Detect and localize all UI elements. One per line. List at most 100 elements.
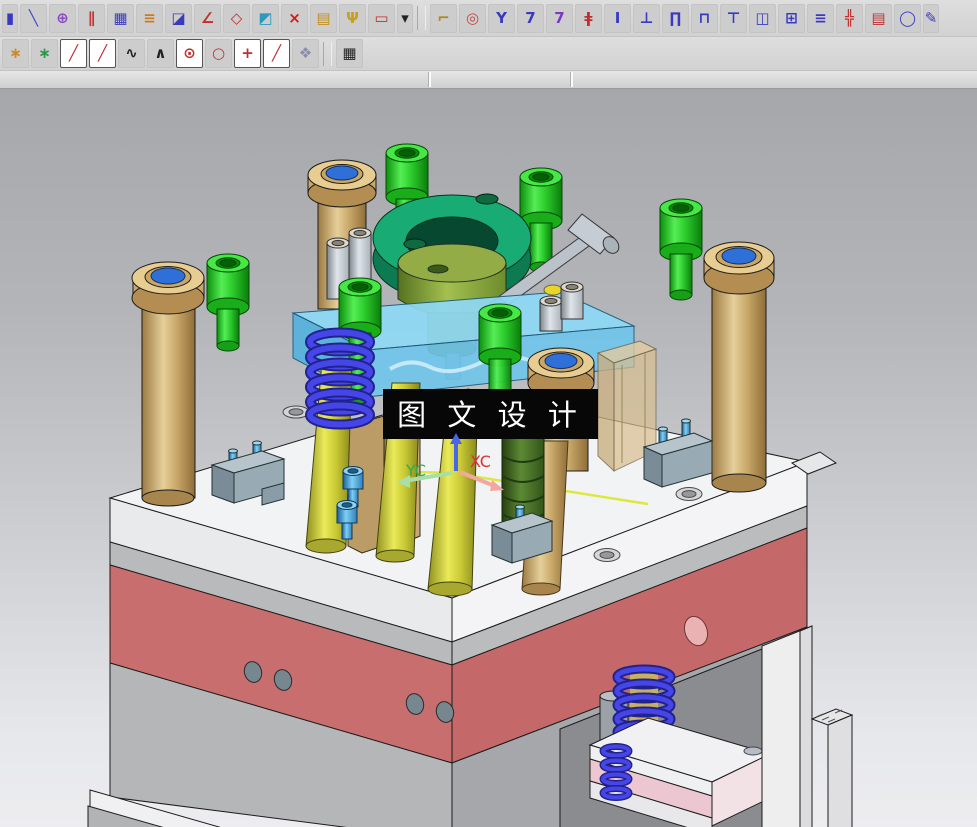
t-slot-pin-icon-glyph: ⊤ xyxy=(726,8,741,27)
line-icon-glyph: ╲ xyxy=(28,8,39,27)
graphics-viewport[interactable]: 图 文 设 计 XC YC xyxy=(0,89,977,827)
line-tool-icon[interactable]: ╱ xyxy=(60,39,87,68)
dock-separator xyxy=(428,72,431,87)
group-folder-icon-glyph: ▤ xyxy=(316,8,331,27)
sleeve-pin-icon[interactable]: ∏ xyxy=(662,3,689,33)
flat-head-pin-icon[interactable]: ⊓ xyxy=(691,3,718,33)
point-icon[interactable]: ⊕ xyxy=(49,3,76,33)
ejector-pin-icon-glyph: ǂ xyxy=(584,8,593,27)
polyline-icon[interactable]: ∠ xyxy=(194,3,221,33)
cleanup-brush-icon-glyph: Ψ xyxy=(346,8,359,27)
toolbar-separator xyxy=(323,41,332,66)
point-plus-icon-glyph: + xyxy=(241,44,254,62)
cap-screw-green-right[interactable] xyxy=(659,198,703,301)
cleanup-brush-icon[interactable]: Ψ xyxy=(339,3,366,33)
yc-label: YC xyxy=(405,461,426,480)
arc-point-icon[interactable]: ∧ xyxy=(147,39,174,68)
layer-settings-icon[interactable]: ≡ xyxy=(136,3,163,33)
sprue-bushing-icon-glyph: Y xyxy=(496,8,507,27)
toolbar-separator xyxy=(417,6,426,30)
snap-point-icon-glyph: ∗ xyxy=(9,44,22,62)
fillet-curve-icon[interactable]: ∿ xyxy=(118,39,145,68)
circle-center-icon-glyph: ⊙ xyxy=(183,44,196,62)
t-slot-pin-icon[interactable]: ⊤ xyxy=(720,3,747,33)
datum-plane-icon[interactable]: ▦ xyxy=(107,3,134,33)
ring-screw xyxy=(475,193,499,205)
sprue-bushing-icon[interactable]: Y xyxy=(488,3,515,33)
show-hide-icon[interactable]: ▭ xyxy=(368,3,395,33)
snap-rotate-icon[interactable]: ∗ xyxy=(31,39,58,68)
face-region-icon[interactable]: ❖ xyxy=(292,39,319,68)
sketch-plane-icon-glyph: ◇ xyxy=(230,8,243,27)
locating-ring-icon[interactable]: ◎ xyxy=(459,3,486,33)
locating-ring-icon-glyph: ◎ xyxy=(465,8,480,27)
ejector-pin-icon[interactable]: ǂ xyxy=(575,3,602,33)
grid-table-icon[interactable]: ▦ xyxy=(336,39,363,68)
group-folder-icon[interactable]: ▤ xyxy=(310,3,337,33)
support-bench-icon[interactable]: ≡ xyxy=(807,3,834,33)
grid-table-icon-glyph: ▦ xyxy=(342,44,357,62)
circle-3pt-icon[interactable]: ○ xyxy=(205,39,232,68)
edit-pen-icon-glyph: ✎ xyxy=(924,8,938,27)
angle-pin-icon[interactable]: 7 xyxy=(517,3,544,33)
pad-block-icon[interactable]: ╬ xyxy=(836,3,863,33)
guide-pillar-left[interactable] xyxy=(131,261,205,507)
o-ring-icon-glyph: ◯ xyxy=(899,8,916,27)
face-region-icon-glyph: ❖ xyxy=(298,44,313,62)
guide-pillar-right[interactable] xyxy=(703,241,775,493)
sketch-plane-icon[interactable]: ◇ xyxy=(223,3,250,33)
slide-insert-icon-glyph: 7 xyxy=(554,8,565,27)
pad-block-icon-glyph: ╬ xyxy=(844,8,855,27)
guide-block-icon[interactable]: ◫ xyxy=(749,3,776,33)
shoulder-pin-icon[interactable]: ⊥ xyxy=(633,3,660,33)
line-point-tool-icon-glyph: ╱ xyxy=(97,44,108,62)
snap-rotate-icon-glyph: ∗ xyxy=(38,44,51,62)
line-angle-icon-glyph: ╱ xyxy=(271,44,282,62)
point-plus-icon[interactable]: + xyxy=(234,39,261,68)
flat-head-pin-icon-glyph: ⊓ xyxy=(698,8,711,27)
circle-center-icon[interactable]: ⊙ xyxy=(176,39,203,68)
orient-view-icon-glyph: ◩ xyxy=(258,8,273,27)
dock-separator xyxy=(570,72,573,87)
section-view-icon-glyph: ◪ xyxy=(171,8,186,27)
dropdown-arrow-icon[interactable]: ▾ xyxy=(397,3,413,33)
guide-block-icon-glyph: ◫ xyxy=(755,8,770,27)
support-bench-icon-glyph: ≡ xyxy=(814,8,827,27)
spacer-rail-shade xyxy=(799,625,813,827)
show-hide-icon-glyph: ▭ xyxy=(374,8,389,27)
straight-pin-icon-glyph: I xyxy=(614,8,621,27)
toolbar-dock-strip xyxy=(0,71,977,89)
stack-cylinder-icon[interactable]: ▤ xyxy=(865,3,892,33)
dropdown-arrow-icon-glyph: ▾ xyxy=(401,8,409,27)
toolbar-main: ▮ ╲ ⊕ ∥ ▦ ≡ ◪ ∠ ◇ ◩ × ▤ Ψ ▭ ▾ ⌐ ◎ Y 7 7 ǂ I ⊥ ∏ ⊓ ⊤ ◫ ⊞ ≡ ╬ ▤ ◯ ✎ xyxy=(0,0,977,37)
parallel-lines-icon-glyph: ∥ xyxy=(87,8,96,27)
xc-label: XC xyxy=(470,452,491,471)
wear-plate-icon[interactable]: ⊞ xyxy=(778,3,805,33)
o-ring-icon[interactable]: ◯ xyxy=(894,3,921,33)
edit-pen-icon[interactable]: ✎ xyxy=(923,3,939,33)
angle-pin-icon-glyph: 7 xyxy=(525,8,536,27)
watermark-text: 图 文 设 计 xyxy=(397,398,583,432)
layer-settings-icon-glyph: ≡ xyxy=(143,8,156,27)
arc-point-icon-glyph: ∧ xyxy=(154,44,167,62)
slide-insert-icon[interactable]: 7 xyxy=(546,3,573,33)
watermark-banner: 图 文 设 计 xyxy=(383,389,598,439)
yellow-cap xyxy=(543,284,563,296)
straight-pin-icon[interactable]: I xyxy=(604,3,631,33)
cap-screw-green-left[interactable] xyxy=(206,253,250,352)
parallel-lines-icon[interactable]: ∥ xyxy=(78,3,105,33)
sprue-puller-icon[interactable]: ⌐ xyxy=(430,3,457,33)
line-point-tool-icon[interactable]: ╱ xyxy=(89,39,116,68)
line-icon[interactable]: ╲ xyxy=(20,3,47,33)
delete-icon[interactable]: × xyxy=(281,3,308,33)
snap-point-icon[interactable]: ∗ xyxy=(2,39,29,68)
edge-partial-profile-icon[interactable]: ▮ xyxy=(2,3,18,33)
edge-partial-profile-icon-glyph: ▮ xyxy=(5,8,15,27)
section-view-icon[interactable]: ◪ xyxy=(165,3,192,33)
orient-view-icon[interactable]: ◩ xyxy=(252,3,279,33)
coil-spring-left xyxy=(305,327,375,430)
sprue-puller-icon-glyph: ⌐ xyxy=(437,8,450,27)
point-icon-glyph: ⊕ xyxy=(56,8,69,27)
line-angle-icon[interactable]: ╱ xyxy=(263,39,290,68)
line-tool-icon-glyph: ╱ xyxy=(68,44,79,62)
